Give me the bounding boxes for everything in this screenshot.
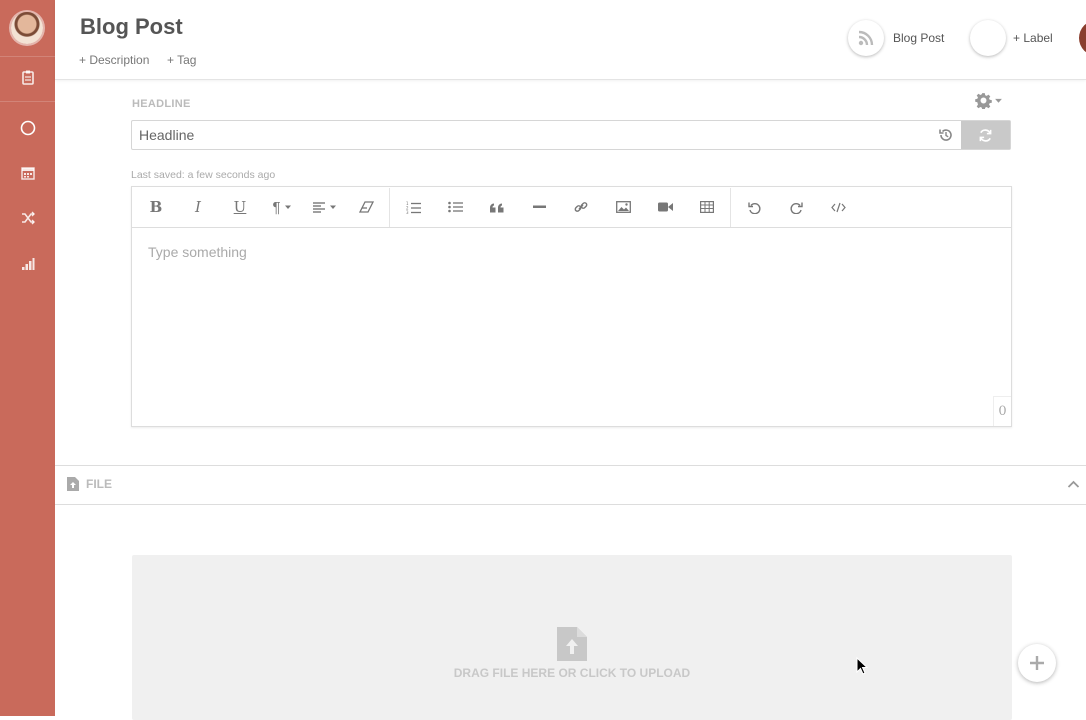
file-section-header[interactable]: FILE: [55, 465, 1086, 505]
image-icon: [615, 201, 631, 213]
code-view-button[interactable]: [817, 192, 859, 222]
caret-down-icon: [329, 205, 336, 209]
content-type-badge[interactable]: Blog Post: [848, 20, 944, 56]
italic-icon: I: [195, 198, 201, 216]
gear-icon: [975, 93, 992, 109]
unordered-list-button[interactable]: [434, 192, 476, 222]
file-upload-icon: [67, 477, 79, 491]
caret-down-icon: [995, 98, 1002, 103]
unordered-list-icon: [447, 201, 463, 213]
history-icon: [939, 129, 952, 141]
page-title[interactable]: Blog Post: [80, 14, 183, 40]
clear-format-button[interactable]: [345, 192, 387, 222]
history-button[interactable]: [931, 121, 961, 149]
redo-icon: [789, 202, 803, 214]
collapse-button[interactable]: [1067, 478, 1080, 496]
link-button[interactable]: [560, 192, 602, 222]
settings-dropdown[interactable]: [975, 92, 1003, 109]
editor-toolbar: B I U ¶ 123: [132, 187, 1011, 228]
undo-icon: [747, 202, 761, 214]
svg-text:3: 3: [406, 210, 409, 214]
image-button[interactable]: [602, 192, 644, 222]
add-label-badge[interactable]: + Label: [970, 20, 1053, 56]
video-icon: [657, 202, 673, 212]
toolbar-divider: [389, 187, 390, 227]
sidebar-item-shuffle[interactable]: [0, 198, 55, 238]
redo-button[interactable]: [775, 192, 817, 222]
main-content: HEADLINE Last saved: a few seconds ago B…: [55, 80, 1086, 720]
shuffle-icon: [21, 211, 35, 225]
label-color-circle: [970, 20, 1006, 56]
add-label-text: + Label: [1013, 31, 1053, 45]
quote-icon: [490, 203, 504, 212]
table-icon: [700, 201, 714, 213]
table-button[interactable]: [686, 192, 728, 222]
add-description-link[interactable]: + Description: [79, 53, 149, 67]
file-section-title: FILE: [67, 477, 112, 491]
sidebar-item-circle[interactable]: [0, 108, 55, 148]
code-icon: [830, 202, 846, 212]
align-dropdown[interactable]: [303, 192, 345, 222]
headline-input[interactable]: [132, 121, 931, 149]
collaborator-avatar[interactable]: [1079, 20, 1086, 56]
sidebar-item-analytics[interactable]: [0, 244, 55, 284]
align-left-icon: [312, 202, 325, 213]
undo-button[interactable]: [733, 192, 775, 222]
clipboard-icon: [21, 70, 34, 85]
ordered-list-icon: 123: [406, 201, 421, 214]
add-button[interactable]: [1018, 644, 1056, 682]
italic-button[interactable]: I: [177, 192, 219, 222]
headline-label: HEADLINE: [132, 98, 191, 110]
ordered-list-button[interactable]: 123: [392, 192, 434, 222]
paragraph-icon: ¶: [272, 198, 281, 216]
user-avatar[interactable]: [11, 12, 43, 44]
eraser-icon: [358, 201, 374, 213]
bold-button[interactable]: B: [135, 192, 177, 222]
plus-icon: [1030, 656, 1044, 670]
dropzone-text: DRAG FILE HERE OR CLICK TO UPLOAD: [453, 666, 691, 680]
link-icon: [574, 202, 588, 212]
caret-down-icon: [284, 205, 291, 209]
horizontal-rule-button[interactable]: [518, 192, 560, 222]
headline-field: [131, 120, 1011, 150]
video-button[interactable]: [644, 192, 686, 222]
horizontal-rule-icon: [532, 205, 546, 208]
rss-icon: [848, 20, 884, 56]
bold-icon: B: [149, 198, 163, 216]
underline-icon: U: [233, 198, 247, 216]
last-saved-status: Last saved: a few seconds ago: [131, 169, 276, 181]
add-tag-link[interactable]: + Tag: [167, 53, 196, 67]
underline-button[interactable]: U: [219, 192, 261, 222]
editor-content-area[interactable]: Type something: [132, 229, 1011, 426]
sidebar-item-calendar[interactable]: [0, 153, 55, 193]
sidebar-item-clipboard[interactable]: [0, 57, 55, 97]
sidebar: [0, 0, 55, 716]
sidebar-divider: [0, 101, 55, 102]
file-upload-icon: [557, 627, 587, 661]
quote-button[interactable]: [476, 192, 518, 222]
content-type-label: Blog Post: [893, 31, 945, 45]
paragraph-dropdown[interactable]: ¶: [261, 192, 303, 222]
circle-icon: [20, 120, 35, 136]
bar-chart-icon: [21, 258, 34, 270]
refresh-button[interactable]: [961, 121, 1010, 149]
toolbar-divider: [730, 187, 731, 227]
dropzone-content: DRAG FILE HERE OR CLICK TO UPLOAD: [132, 627, 1012, 680]
character-count: 0: [993, 396, 1011, 426]
file-section-label: FILE: [86, 477, 112, 491]
page-header: Blog Post + Description + Tag Blog Post …: [55, 0, 1086, 80]
refresh-icon: [979, 128, 992, 142]
mouse-cursor: [856, 656, 869, 680]
calendar-icon: [20, 167, 35, 180]
rich-text-editor: B I U ¶ 123 Type something 0: [131, 186, 1012, 427]
chevron-up-icon: [1067, 480, 1080, 488]
file-dropzone[interactable]: DRAG FILE HERE OR CLICK TO UPLOAD: [132, 555, 1012, 720]
